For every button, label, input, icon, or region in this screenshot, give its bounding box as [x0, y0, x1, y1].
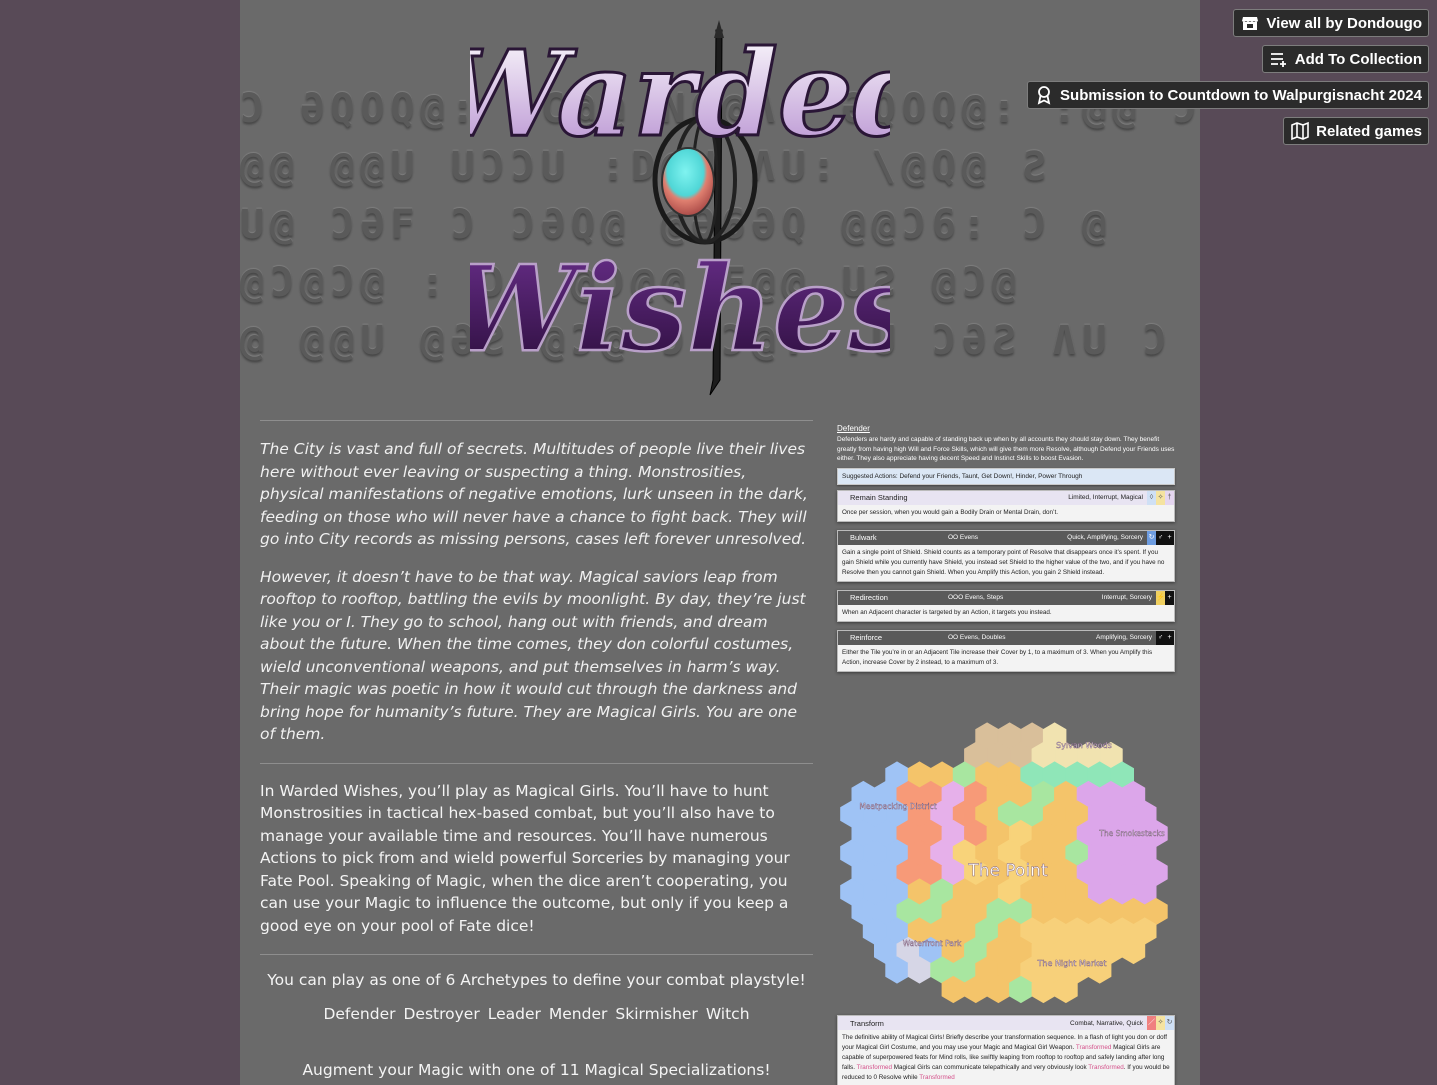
map-label-waterfront: Waterfront Park	[903, 939, 962, 948]
sword-icon: ♂	[1156, 630, 1165, 645]
refresh-icon: ↻	[1165, 1016, 1174, 1030]
action-name: Remain Standing	[850, 493, 908, 502]
archetype-item: Witch	[705, 1005, 750, 1023]
action-card-header: Redirection OOO Evens, Steps Interrupt, …	[838, 590, 1174, 605]
archetype-list: Defender Destroyer Leader Mender Skirmis…	[260, 1005, 813, 1023]
map-icon	[1291, 121, 1309, 141]
add-to-collection-label: Add To Collection	[1294, 50, 1422, 68]
action-card: Remain Standing Limited, Interrupt, Magi…	[837, 489, 1175, 522]
divider	[260, 420, 813, 421]
related-games-button[interactable]: Related games	[1283, 117, 1429, 145]
transformed-keyword: Transformed	[856, 1064, 893, 1071]
game-logo: Warded Wishes	[470, 20, 890, 396]
action-icons: ↻ ♂ +	[1147, 530, 1174, 545]
archetype-item: Destroyer	[403, 1005, 480, 1023]
archetype-item: Mender	[548, 1005, 608, 1023]
sword-icon: ♂	[1156, 530, 1165, 545]
action-icons: ／ ✧ ↻	[1147, 1016, 1174, 1030]
submission-button[interactable]: Submission to Countdown to Walpurgisnach…	[1027, 81, 1429, 109]
lightning-icon: ⚡	[1156, 590, 1165, 605]
action-description: Gain a single point of Shield. Shield co…	[842, 548, 1165, 576]
view-all-button[interactable]: View all by Dondougo	[1233, 9, 1429, 37]
action-name: Redirection	[850, 593, 888, 602]
map-label-sylvan-woods: Sylvan Woods	[1056, 741, 1112, 750]
action-icons: ◊ ✧ †	[1147, 490, 1174, 505]
add-to-collection-button[interactable]: Add To Collection	[1261, 45, 1429, 73]
archetype-item: Leader	[487, 1005, 541, 1023]
divider	[260, 762, 813, 764]
add-list-icon	[1270, 53, 1286, 67]
intro-paragraph-2: However, it doesn’t have to be that way.…	[260, 567, 806, 744]
action-cost: OO Evens, Doubles	[948, 634, 1006, 641]
action-card: Reinforce OO Evens, Doubles Amplifying, …	[837, 629, 1175, 672]
top-button-group: View all by Dondougo Add To Collection S…	[1027, 9, 1429, 145]
archetype-heading: Defender	[837, 424, 870, 433]
transform-text: Magical Girls can communicate telepathic…	[892, 1064, 1089, 1071]
refresh-icon: ↻	[1147, 530, 1156, 545]
map-label-meatpacking: Meatpacking District	[859, 802, 936, 811]
star-icon: ✧	[1156, 1016, 1165, 1030]
shield-icon: ◊	[1147, 490, 1156, 505]
action-name: Bulwark	[850, 533, 877, 542]
defender-archetype-image: Defender Defenders are hardy and capable…	[837, 424, 1175, 680]
action-card: Redirection OOO Evens, Steps Interrupt, …	[837, 589, 1175, 622]
action-tags: Interrupt, Sorcery	[1101, 594, 1152, 601]
map-label-the-point: The Point	[967, 861, 1048, 881]
archetype-intro: You can play as one of 6 Archetypes to d…	[267, 971, 806, 989]
award-ribbon-icon	[1037, 86, 1051, 105]
action-tags: Amplifying, Sorcery	[1096, 634, 1152, 641]
action-name: Transform	[850, 1018, 884, 1028]
submission-label: Submission to Countdown to Walpurgisnach…	[1060, 86, 1422, 104]
action-card-header: Bulwark OO Evens Quick, Amplifying, Sorc…	[838, 530, 1174, 545]
description-text: The City is vast and full of secrets. Mu…	[260, 420, 813, 1079]
action-description: Once per session, when you would gain a …	[842, 508, 1058, 516]
action-card-header: Transform Combat, Narrative, Quick ／ ✧ ↻	[838, 1016, 1174, 1030]
archetype-item: Defender	[323, 1005, 396, 1023]
logo-title-top: Warded	[470, 24, 890, 163]
city-hex-map: Sylvan Woods Meatpacking District The Sm…	[840, 722, 1168, 1004]
action-icons: ♂ +	[1156, 630, 1174, 645]
action-description: Either the Tile you’re in or an Adjacent…	[842, 648, 1153, 666]
archetype-description: Defenders are hardy and capable of stand…	[837, 436, 1175, 462]
action-card: Transform Combat, Narrative, Quick ／ ✧ ↻…	[837, 1015, 1175, 1085]
action-tags: Quick, Amplifying, Sorcery	[1067, 534, 1143, 541]
action-card-header: Remain Standing Limited, Interrupt, Magi…	[838, 490, 1174, 505]
plus-icon: +	[1165, 530, 1174, 545]
suggested-actions: Suggested Actions: Defend your Friends, …	[837, 467, 1175, 485]
action-tags: Limited, Interrupt, Magical	[1068, 494, 1143, 501]
wand-icon: †	[1165, 490, 1174, 505]
action-name: Reinforce	[850, 633, 883, 642]
game-page-column: Ɔ ƏQOQ@: ƏC@@ NQ@Ʌ@ ƏQOQ@: :@@ Ɔ @@ @@U …	[240, 0, 1200, 1085]
map-label-night-market: The Night Market	[1037, 959, 1107, 968]
view-all-label: View all by Dondougo	[1266, 14, 1422, 32]
action-cost: OOO Evens, Steps	[948, 594, 1004, 601]
map-label-smokestacks: The Smokestacks	[1098, 829, 1165, 838]
logo-title-bottom: Wishes	[470, 239, 890, 378]
transformed-keyword: Transformed	[1088, 1064, 1124, 1071]
transform-card-image: Transform Combat, Narrative, Quick ／ ✧ ↻…	[837, 1015, 1175, 1085]
transformed-keyword: Transformed	[1075, 1044, 1112, 1051]
archetype-item: Skirmisher	[615, 1005, 698, 1023]
action-cost: OO Evens	[948, 534, 978, 541]
action-tags: Combat, Narrative, Quick	[1070, 1019, 1143, 1027]
action-description: When an Adjacent character is targeted b…	[842, 608, 1052, 616]
action-card-header: Reinforce OO Evens, Doubles Amplifying, …	[838, 630, 1174, 645]
star-icon: ✧	[1156, 490, 1165, 505]
action-card: Bulwark OO Evens Quick, Amplifying, Sorc…	[837, 529, 1175, 582]
related-games-label: Related games	[1316, 122, 1422, 140]
intro-paragraph-1: The City is vast and full of secrets. Mu…	[260, 440, 808, 548]
plus-icon: +	[1165, 630, 1174, 645]
divider	[260, 954, 813, 955]
gameplay-paragraph: In Warded Wishes, you’ll play as Magical…	[260, 781, 790, 935]
sword-icon: ／	[1147, 1016, 1156, 1030]
action-description: The definitive ability of Magical Girls!…	[838, 1030, 1174, 1085]
transformed-keyword: Transformed	[919, 1074, 955, 1081]
specialization-line: Augment your Magic with one of 11 Magica…	[302, 1061, 771, 1079]
plus-icon: +	[1165, 590, 1174, 605]
action-icons: ⚡ +	[1156, 590, 1174, 605]
itchio-icon	[1242, 17, 1259, 30]
